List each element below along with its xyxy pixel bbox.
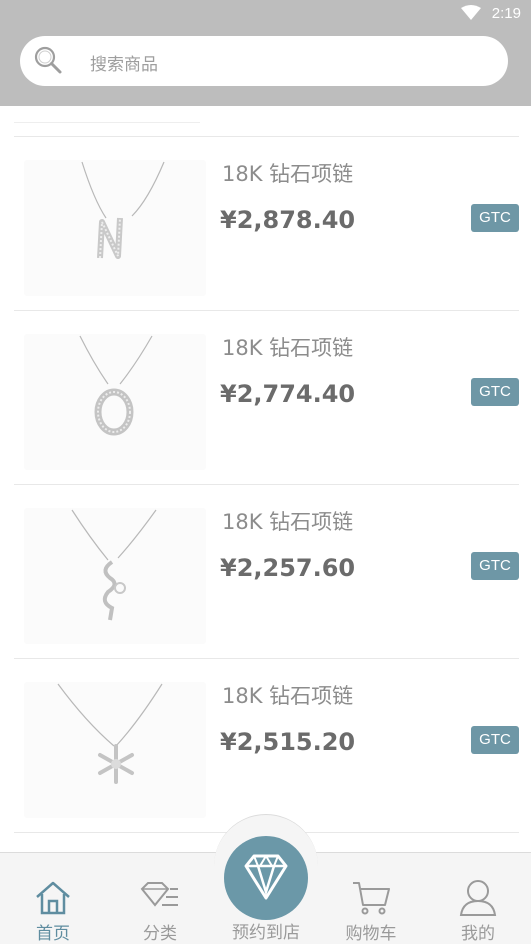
search-input[interactable]: 搜索商品	[20, 36, 508, 86]
home-icon	[33, 877, 73, 917]
list-item[interactable]: 18K 钻石项链 ¥2,774.40 GTC	[0, 310, 531, 484]
tab-label: 预约到店	[232, 923, 300, 943]
tab-home[interactable]: 首页	[3, 853, 103, 945]
product-image[interactable]	[24, 334, 206, 470]
list-item[interactable]: 18K 钻石项链 ¥2,257.60 GTC	[0, 484, 531, 658]
product-title[interactable]: 18K 钻石项链	[222, 680, 353, 710]
brand-badge: GTC	[471, 378, 519, 406]
tab-label: 购物车	[345, 924, 397, 944]
brand-badge: GTC	[471, 552, 519, 580]
product-title[interactable]: 18K 钻石项链	[222, 506, 353, 536]
tab-cart[interactable]: 购物车	[321, 853, 421, 945]
product-price: ¥2,515.20	[220, 728, 356, 756]
product-title[interactable]: 18K 钻石项链	[222, 158, 353, 188]
search-placeholder: 搜索商品	[90, 55, 158, 75]
product-title[interactable]: 18K 钻石项链	[222, 332, 353, 362]
product-list[interactable]: 18K 钻石项链 ¥2,878.40 GTC 18K 钻石项链 ¥2,774.4…	[0, 106, 531, 852]
wifi-icon	[461, 5, 481, 25]
product-price: ¥2,257.60	[220, 554, 356, 582]
tab-profile[interactable]: 我的	[428, 853, 528, 945]
tab-label: 首页	[36, 924, 70, 944]
cart-icon	[351, 877, 391, 917]
tab-category[interactable]: 分类	[110, 853, 210, 945]
diamond-list-icon	[140, 877, 180, 917]
search-icon	[32, 44, 64, 76]
brand-badge: GTC	[471, 204, 519, 232]
reserve-store-button[interactable]	[224, 836, 308, 920]
product-price: ¥2,774.40	[220, 380, 356, 408]
product-image[interactable]	[24, 682, 206, 818]
product-image[interactable]	[24, 508, 206, 644]
list-item[interactable]: 18K 钻石项链 ¥2,515.20 GTC	[0, 658, 531, 832]
product-price: ¥2,878.40	[220, 206, 356, 234]
divider	[14, 122, 200, 123]
search-header: 搜索商品	[0, 28, 531, 106]
list-item[interactable]: 18K 钻石项链 ¥2,878.40 GTC	[0, 136, 531, 310]
tab-label: 分类	[143, 924, 177, 944]
user-icon	[458, 877, 498, 917]
status-bar: 2:19	[0, 0, 531, 28]
brand-badge: GTC	[471, 726, 519, 754]
status-time: 2:19	[491, 5, 521, 22]
tab-label: 我的	[461, 924, 495, 944]
product-image[interactable]	[24, 160, 206, 296]
